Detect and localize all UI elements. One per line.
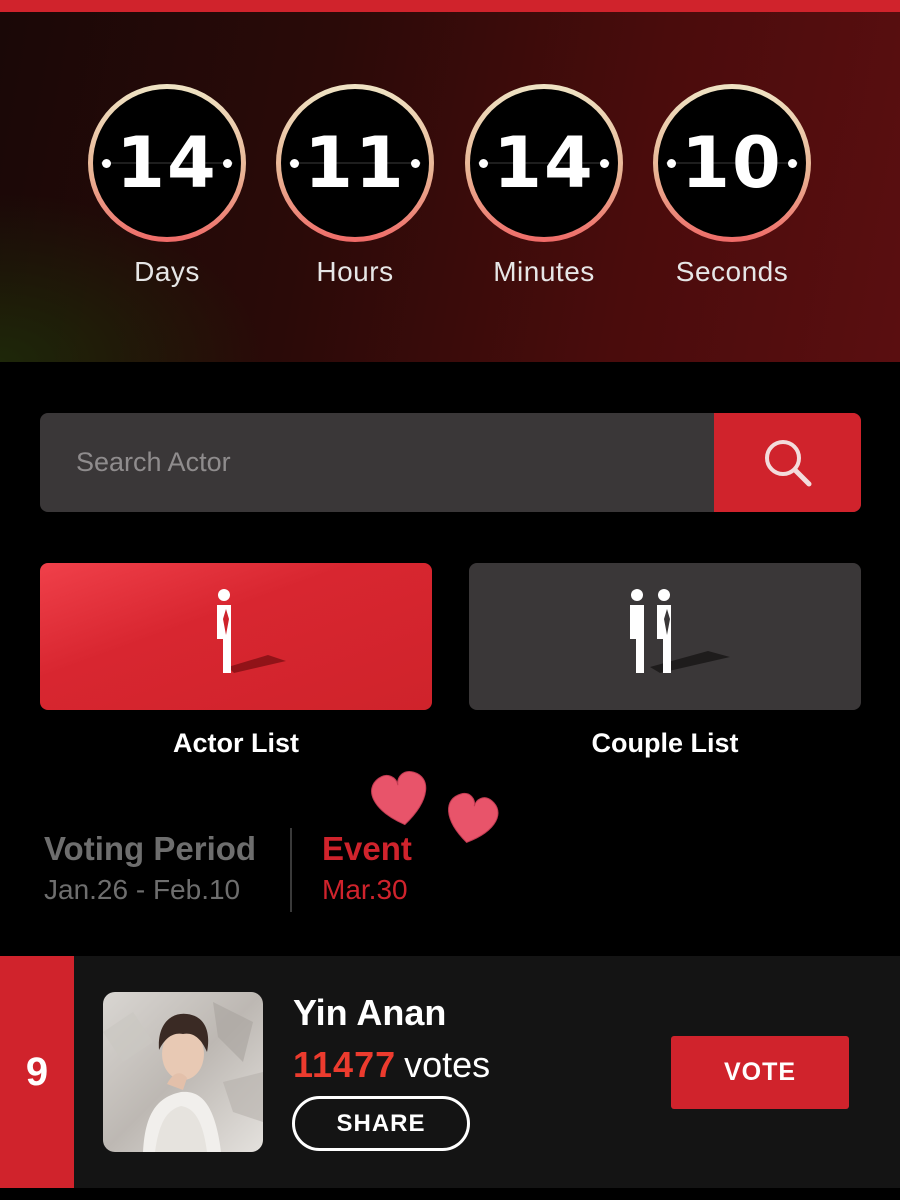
voting-page: 14 Days 11 Hours 14 Minutes 10 Seconds S… [0, 0, 900, 1200]
couple-figures-icon [630, 588, 730, 673]
countdown-panel: 14 Days 11 Hours 14 Minutes 10 Seconds [0, 12, 900, 362]
countdown-ring: 14 [88, 84, 246, 242]
couple-list-label: Couple List [591, 728, 739, 758]
divider [290, 828, 292, 912]
search-input[interactable] [40, 413, 714, 512]
event-title: Event [322, 830, 412, 867]
voting-period-dates: Jan.26 - Feb.10 [44, 874, 241, 905]
countdown-minutes-label: Minutes [493, 256, 595, 287]
countdown-seconds: 10 Seconds [652, 84, 812, 288]
actor-list-label: Actor List [172, 728, 299, 758]
countdown-seconds-label: Seconds [675, 256, 789, 287]
search-icon [764, 439, 811, 486]
voting-period-title: Voting Period [44, 830, 257, 867]
couple-list-button[interactable] [469, 563, 861, 710]
countdown-hours-value: 11 [304, 122, 406, 204]
countdown-seconds-value: 10 [681, 122, 783, 204]
rank-badge: 9 [0, 956, 74, 1188]
countdown-hours: 11 Hours [275, 84, 435, 288]
vote-count: 11477 [293, 1044, 397, 1085]
single-figure-icon [217, 588, 286, 673]
countdown-ring: 14 [465, 84, 623, 242]
actor-list-button[interactable] [40, 563, 432, 710]
actor-avatar[interactable] [103, 992, 263, 1152]
voting-period: Voting Period Jan.26 - Feb.10 [44, 830, 256, 906]
countdown-days: 14 Days [87, 84, 247, 288]
event-info: Event Mar.30 [322, 830, 412, 906]
countdown-minutes-value: 14 [493, 122, 595, 204]
heart-icon [448, 792, 499, 844]
heart-icon [371, 771, 427, 826]
search-button[interactable] [714, 413, 861, 512]
ranking-row: 9 Yin Anan 11477 votes SHARE VOTE [0, 956, 900, 1188]
countdown-minutes: 14 Minutes [464, 84, 624, 288]
countdown-ring: 10 [653, 84, 811, 242]
countdown-hours-label: Hours [316, 256, 394, 287]
share-button[interactable]: SHARE [292, 1096, 470, 1151]
countdown-days-value: 14 [116, 122, 218, 204]
actor-name: Yin Anan [293, 992, 447, 1033]
search-bar [40, 413, 861, 512]
vote-button[interactable]: VOTE [671, 1036, 849, 1109]
votes-suffix: votes [404, 1044, 491, 1085]
countdown-ring: 11 [276, 84, 434, 242]
vote-count-line: 11477 votes [293, 1044, 490, 1086]
countdown-days-label: Days [134, 256, 200, 287]
event-date: Mar.30 [322, 874, 408, 905]
top-accent-strip [0, 0, 900, 12]
